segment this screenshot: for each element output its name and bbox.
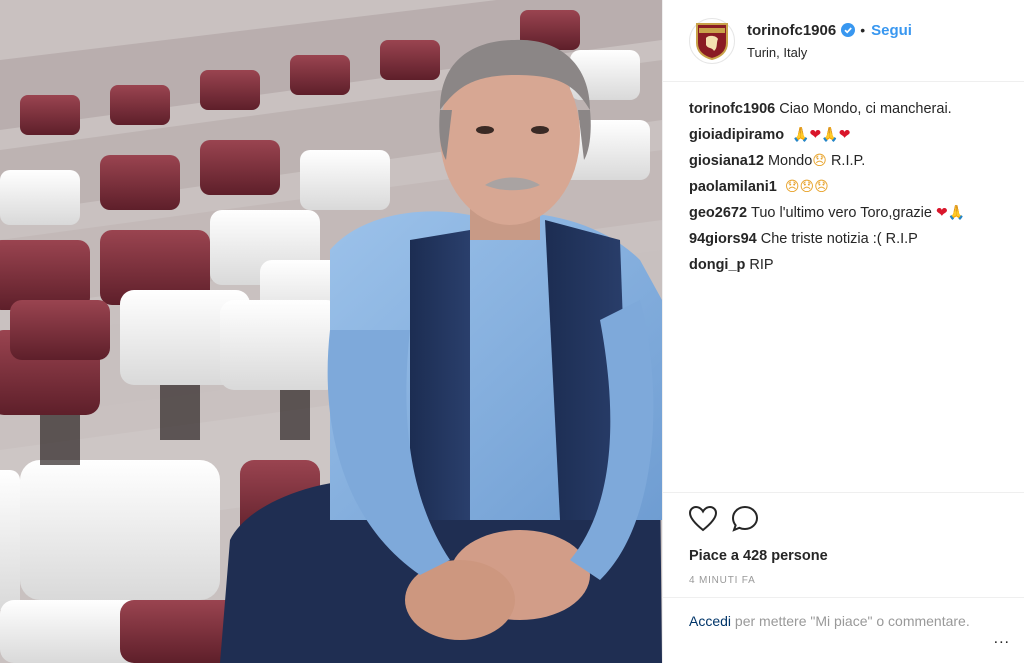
heart-emoji-icon: ❤ — [838, 127, 851, 143]
post-username[interactable]: torinofc1906 — [747, 22, 836, 39]
separator-dot: • — [860, 22, 866, 38]
comment-text: RIP — [749, 257, 774, 273]
comment-item: 94giors94 Che triste notizia :( R.I.P — [689, 230, 998, 248]
likes-count[interactable]: Piace a 428 persone — [689, 548, 999, 564]
pray-emoji-icon: 🙏 — [947, 205, 966, 221]
instagram-post: torinofc1906 • Segui Turin, Italy torino… — [0, 0, 1024, 663]
comment-username[interactable]: giosiana12 — [689, 153, 764, 169]
comment-username[interactable]: gioiadipiramo — [689, 127, 784, 143]
comment-text: Ciao Mondo, ci mancherai. — [779, 101, 952, 117]
post-timestamp[interactable]: 4 minuti fa — [689, 575, 999, 586]
comment-username[interactable]: paolamilani1 — [689, 179, 777, 195]
comment-item: giosiana12 Mondo😞 R.I.P. — [689, 152, 998, 170]
pray-emoji-icon: 🙏 — [792, 127, 810, 143]
comment-username[interactable]: 94giors94 — [689, 231, 757, 247]
comment-username[interactable]: geo2672 — [689, 205, 747, 221]
comment-text: Che triste notizia :( R.I.P — [760, 231, 918, 247]
login-link[interactable]: Accedi — [689, 613, 731, 629]
comment-item: gioiadipiramo 🙏❤🙏❤ — [689, 126, 998, 144]
sad-emoji-icon: 😞 — [812, 153, 827, 169]
follow-button[interactable]: Segui — [871, 22, 912, 39]
post-panel: torinofc1906 • Segui Turin, Italy torino… — [662, 0, 1024, 663]
login-prompt-text: per mettere "Mi piace" o commentare. — [734, 613, 970, 629]
sad-emoji-icon: 😞 — [784, 179, 800, 195]
post-location[interactable]: Turin, Italy — [747, 45, 912, 60]
comment-item: paolamilani1 😞😞😞 — [689, 178, 998, 196]
stadium-photo-illustration — [0, 0, 662, 663]
comment-item: geo2672 Tuo l'ultimo vero Toro,grazie ❤🙏 — [689, 204, 998, 222]
post-actions: Piace a 428 persone 4 minuti fa — [663, 492, 1024, 586]
post-photo[interactable] — [0, 0, 662, 663]
comment-text: Tuo l'ultimo vero Toro,grazie — [751, 205, 932, 221]
profile-avatar[interactable] — [689, 17, 735, 64]
comment-item: dongi_p RIP — [689, 256, 998, 274]
post-header: torinofc1906 • Segui Turin, Italy — [663, 0, 1024, 82]
sad-emoji-icon: 😞 — [814, 179, 829, 195]
comment-text: R.I.P. — [830, 153, 866, 169]
comment-bubble-icon[interactable] — [731, 505, 759, 538]
more-options-icon[interactable]: ... — [994, 630, 1010, 648]
verified-badge-icon — [841, 23, 856, 37]
comment-item: torinofc1906 Ciao Mondo, ci mancherai. — [689, 100, 998, 118]
login-prompt: Accedi per mettere "Mi piace" o commenta… — [663, 597, 1024, 631]
heart-emoji-icon: ❤ — [935, 205, 948, 221]
comment-username[interactable]: dongi_p — [689, 257, 745, 273]
pray-emoji-icon: 🙏 — [821, 127, 839, 143]
sad-emoji-icon: 😞 — [799, 179, 815, 195]
heart-emoji-icon: ❤ — [809, 127, 822, 143]
comments-list: torinofc1906 Ciao Mondo, ci mancherai. gi… — [663, 82, 1024, 274]
comment-username[interactable]: torinofc1906 — [689, 101, 775, 117]
like-heart-icon[interactable] — [688, 505, 718, 537]
comment-text: Mondo — [767, 153, 813, 169]
torino-logo-icon — [696, 22, 728, 60]
